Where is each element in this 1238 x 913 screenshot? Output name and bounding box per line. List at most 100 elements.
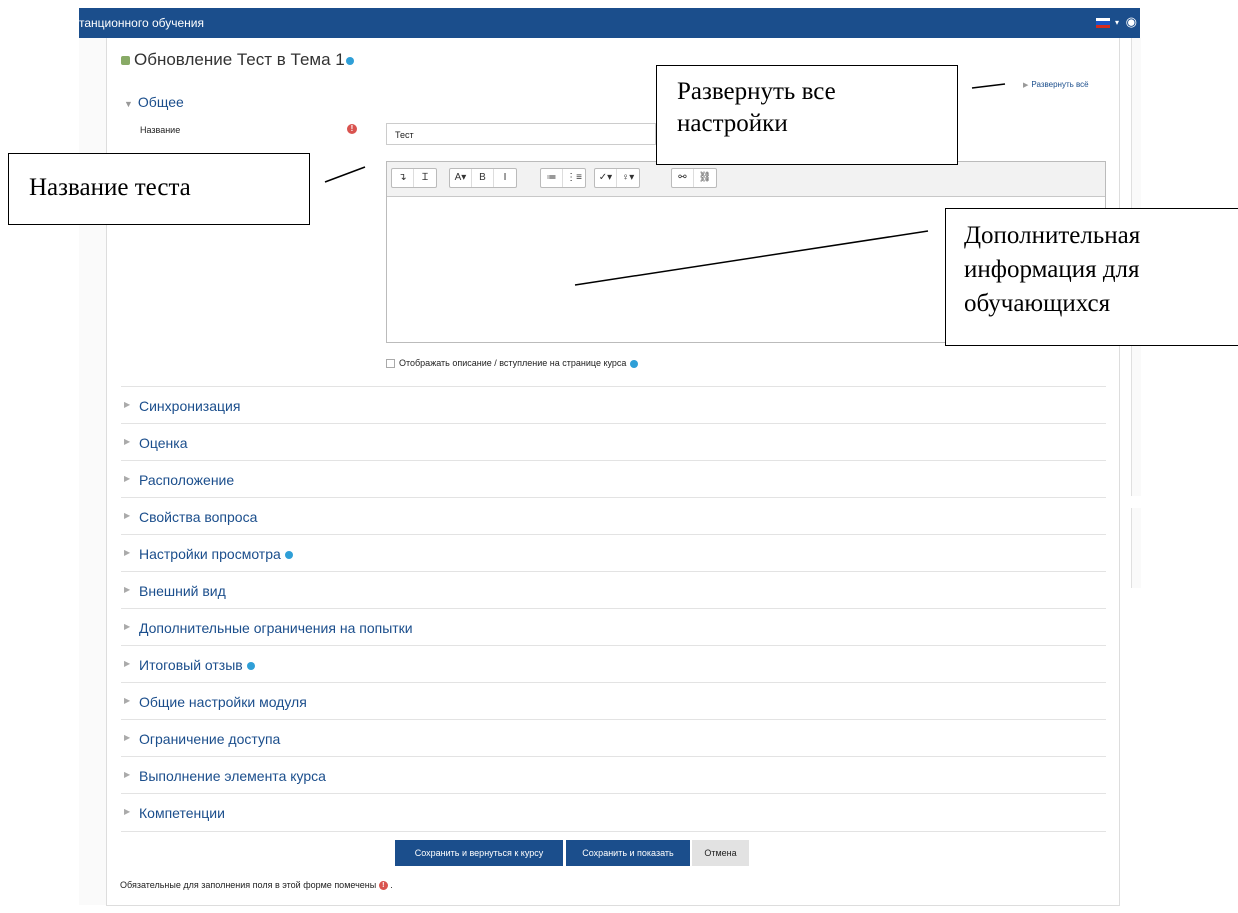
name-input[interactable]: Тест	[386, 123, 656, 145]
section-label: Расположение	[139, 472, 234, 488]
collapsible-section[interactable]: ▶ Компетенции	[121, 793, 1106, 830]
expand-all-link[interactable]: ▶ Развернуть всё	[1023, 80, 1089, 89]
show-description-row: Отображать описание / вступление на стра…	[386, 358, 638, 369]
toolbar-group: ⚯ ⛓	[671, 168, 717, 188]
toolbar-group: ↴ Ɪ	[391, 168, 437, 188]
callout-expand-line-1: Развернуть все	[677, 78, 836, 105]
required-note: Обязательные для заполнения поля в этой …	[120, 880, 393, 891]
section-label-text: Ограничение доступа	[139, 731, 281, 747]
collapsible-section[interactable]: ▶ Ограничение доступа	[121, 719, 1106, 756]
collapsible-section[interactable]: ▶ Синхронизация	[121, 386, 1106, 423]
section-label: Свойства вопроса	[139, 509, 257, 525]
collapsible-section[interactable]: ▶ Расположение	[121, 460, 1106, 497]
triangle-right-icon: ▶	[124, 622, 131, 631]
triangle-right-icon: ▶	[124, 807, 131, 816]
triangle-right-icon: ▶	[124, 400, 131, 409]
triangle-right-icon: ▶	[124, 696, 131, 705]
callout-additional-info: Дополнительная информация для обучающихся	[945, 208, 1238, 346]
collapsible-section[interactable]: ▶ Выполнение элемента курса	[121, 756, 1106, 793]
callout-info-line-1: Дополнительная	[964, 222, 1141, 249]
section-divider	[121, 831, 1106, 832]
toolbar-button[interactable]: ✓▾	[595, 169, 617, 187]
collapsible-section[interactable]: ▶ Настройки просмотра	[121, 534, 1106, 571]
callout-info-line-2: информация для	[964, 256, 1140, 283]
show-description-checkbox[interactable]	[386, 359, 395, 369]
toolbar-group: A▾ B I	[449, 168, 517, 188]
eye-icon[interactable]: ◉	[1126, 14, 1137, 30]
site-name[interactable]: танционного обучения	[79, 16, 204, 30]
triangle-right-icon: ▶	[124, 511, 131, 520]
section-label-text: Внешний вид	[139, 583, 226, 599]
triangle-right-icon: ▶	[124, 474, 131, 483]
expand-all-label: Развернуть всё	[1031, 80, 1089, 89]
triangle-right-icon: ▶	[124, 437, 131, 446]
toolbar-button[interactable]: ♀▾	[617, 169, 639, 187]
required-icon: !	[378, 881, 388, 891]
toolbar-button[interactable]: ⚯	[672, 169, 694, 187]
collapsible-section[interactable]: ▶ Внешний вид	[121, 571, 1106, 608]
collapsible-section[interactable]: ▶ Общие настройки модуля	[121, 682, 1106, 719]
section-general-header[interactable]: ▼ Общее	[124, 94, 184, 110]
section-label: Выполнение элемента курса	[139, 768, 326, 784]
section-label: Итоговый отзыв	[139, 657, 255, 673]
section-label: Ограничение доступа	[139, 731, 280, 747]
section-label-text: Настройки просмотра	[139, 546, 281, 562]
collapsible-section[interactable]: ▶ Итоговый отзыв	[121, 645, 1106, 682]
toolbar-button[interactable]: ⋮≡	[563, 169, 585, 187]
help-icon[interactable]	[345, 56, 354, 65]
language-caret-icon[interactable]: ▾	[1115, 18, 1119, 27]
top-navbar: танционного обучения ▾ ◉	[79, 8, 1140, 38]
triangle-right-icon: ▶	[124, 733, 131, 742]
toolbar-button[interactable]: ↴	[392, 169, 414, 187]
toolbar-button[interactable]: I	[494, 169, 516, 187]
collapsible-section[interactable]: ▶ Свойства вопроса	[121, 497, 1106, 534]
section-general-label: Общее	[137, 94, 184, 110]
required-note-text: Обязательные для заполнения поля в этой …	[120, 880, 377, 890]
section-label-text: Выполнение элемента курса	[139, 768, 326, 784]
section-label: Компетенции	[139, 805, 225, 821]
help-icon[interactable]	[284, 551, 293, 560]
toolbar-group: ✓▾ ♀▾	[594, 168, 640, 188]
collapsible-section[interactable]: ▶ Дополнительные ограничения на попытки	[121, 608, 1106, 645]
toolbar-button[interactable]: Ɪ	[414, 169, 436, 187]
triangle-right-icon: ▶	[124, 770, 131, 779]
section-label-text: Общие настройки модуля	[139, 694, 307, 710]
save-display-button[interactable]: Сохранить и показать	[566, 840, 690, 866]
right-sidebar-edge-2	[1131, 508, 1141, 588]
page-title: Обновление Тест в Тема 1	[121, 50, 354, 70]
triangle-right-icon: ▶	[124, 659, 131, 668]
collapsible-section[interactable]: ▶ Оценка	[121, 423, 1106, 460]
help-icon[interactable]	[246, 662, 255, 671]
required-icon: !	[347, 124, 357, 134]
section-label: Настройки просмотра	[139, 546, 293, 562]
quiz-icon	[121, 56, 130, 66]
section-label: Дополнительные ограничения на попытки	[139, 620, 413, 636]
section-label-text: Синхронизация	[139, 398, 241, 414]
toolbar-button[interactable]: B	[472, 169, 494, 187]
toolbar-button[interactable]: ⛓	[694, 169, 716, 187]
triangle-right-icon: ▶	[124, 548, 131, 557]
cancel-button[interactable]: Отмена	[692, 840, 749, 866]
triangle-down-icon: ▼	[124, 99, 133, 109]
show-description-label: Отображать описание / вступление на стра…	[399, 358, 627, 368]
section-label-text: Компетенции	[139, 805, 225, 821]
callout-info-line-3: обучающихся	[964, 290, 1111, 317]
section-label: Общие настройки модуля	[139, 694, 307, 710]
toolbar-button[interactable]: A▾	[450, 169, 472, 187]
help-icon[interactable]	[629, 359, 638, 368]
callout-expand-line-2: настройки	[677, 110, 788, 137]
toolbar-group: ≔ ⋮≡	[540, 168, 586, 188]
callout-expand-all: Развернуть все настройки	[656, 65, 958, 165]
triangle-right-icon: ▶	[1023, 82, 1029, 89]
section-label: Синхронизация	[139, 398, 240, 414]
language-flag-icon[interactable]	[1096, 18, 1110, 28]
toolbar-button[interactable]: ≔	[541, 169, 563, 187]
callout-test-name: Название теста	[8, 153, 310, 225]
name-label: Название	[140, 125, 181, 135]
triangle-right-icon: ▶	[124, 585, 131, 594]
save-return-button[interactable]: Сохранить и вернуться к курсу	[395, 840, 563, 866]
section-label: Внешний вид	[139, 583, 226, 599]
section-label: Оценка	[139, 435, 188, 451]
section-label-text: Итоговый отзыв	[139, 657, 243, 673]
section-label-text: Расположение	[139, 472, 235, 488]
